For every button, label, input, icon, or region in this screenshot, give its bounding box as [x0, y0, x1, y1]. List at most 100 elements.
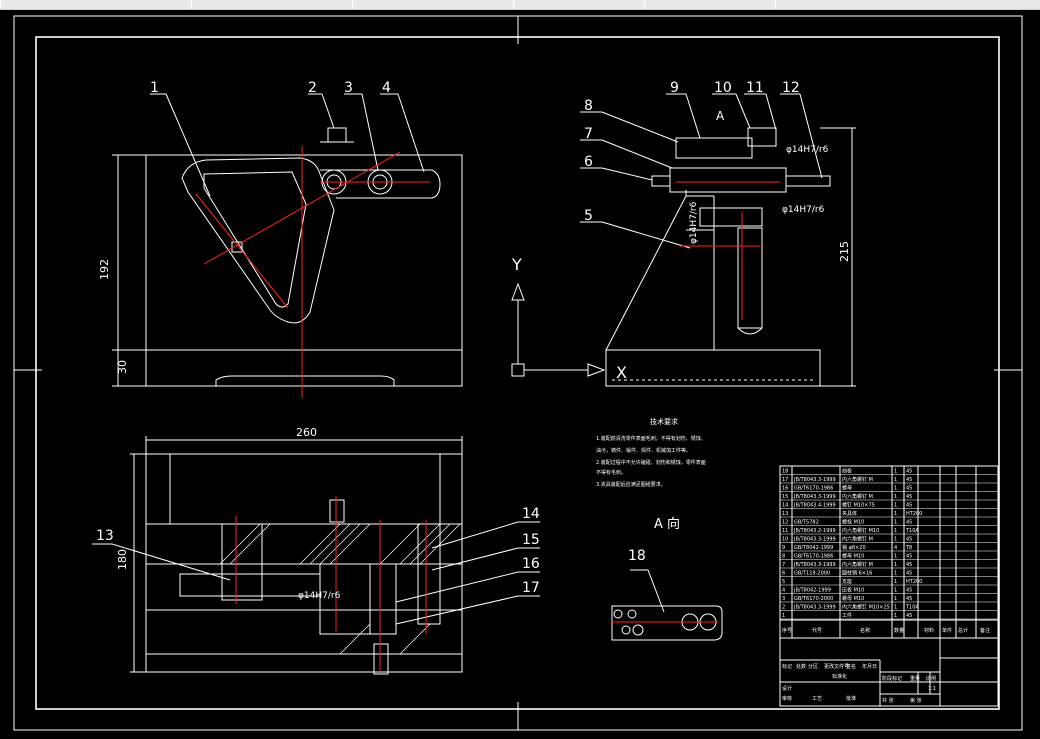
bom-cell-std: JB/T8043.3-1999 [793, 477, 836, 483]
part-number: 11 [746, 80, 764, 96]
bom-cell-mat: HT200 [906, 511, 922, 517]
sheet-border [13, 15, 1023, 731]
view-a-label: A 向 [654, 516, 680, 532]
part-number: 5 [584, 208, 593, 224]
part-number: 1 [150, 80, 159, 96]
part-number: 2 [308, 80, 317, 96]
bom-cell-qty: 1 [894, 520, 897, 526]
svg-text:标准化: 标准化 [832, 673, 847, 680]
part-number: 13 [96, 528, 114, 544]
bom-cell-no: 13 [782, 511, 788, 517]
bom-cell-std: JB/T8043.3-1999 [793, 494, 836, 500]
bom-cell-name: 内六角螺钉 M [842, 561, 873, 568]
bom-cell-qty: 4 [894, 545, 897, 551]
bom-cell-std: JB/T8043.3-1999 [793, 562, 836, 568]
bom-cell-no: 4 [782, 588, 785, 594]
toolbar-tab[interactable] [513, 0, 645, 9]
bom-cell-no: 16 [782, 486, 788, 492]
svg-text:签名: 签名 [846, 663, 856, 670]
part-number: 10 [714, 80, 732, 96]
toolbar-tab[interactable] [352, 0, 514, 9]
bom-cell-qty: 1 [894, 537, 897, 543]
bom-cell-name: 圆柱销 6×16 [842, 570, 872, 577]
part-number: 14 [522, 506, 540, 522]
bom-cell-no: 17 [782, 477, 788, 483]
bom-cell-name: 螺母 [842, 485, 852, 492]
note-line: 2.装配过程中不允许磕碰、划伤和锈蚀，零件表面 [596, 459, 706, 466]
svg-text:材料: 材料 [924, 627, 934, 634]
note-line: 3.夹具装配后应满足图纸要求。 [596, 481, 666, 488]
bom-cell-name: 销 φ8×20 [842, 544, 866, 551]
bom-cell-qty: 1 [894, 554, 897, 560]
svg-text:总计: 总计 [958, 627, 968, 634]
toolbar-tab[interactable] [775, 0, 1040, 9]
bom-cell-qty: 1 [894, 571, 897, 577]
title-block: 标记 处数 分区 更改文件号 签名 年月日 设计 标准化 阶段标记 重量 比例 … [782, 663, 936, 704]
top-view [130, 436, 463, 675]
bom-cell-mat: 45 [906, 494, 912, 500]
svg-text:重量: 重量 [910, 675, 920, 682]
bom-cell-name: 内六角螺钉 M [842, 476, 873, 483]
bom-cell-no: 14 [782, 503, 788, 509]
bom-cell-std: GB/T6170-1986 [794, 554, 833, 560]
part-number: 9 [670, 80, 679, 96]
bom-cell-name: 内六角螺钉 M10×25 [842, 604, 890, 611]
svg-text:年月日: 年月日 [862, 663, 877, 670]
svg-text:共 张: 共 张 [882, 697, 894, 704]
drawing-canvas[interactable]: 18 挡板 1 45 17 JB/T8043.3-1999 内六角螺钉 M 1 45 16 GB/T… [0, 10, 1040, 735]
dim-text: φ14H7/r6 [689, 201, 699, 244]
bom-cell-no: 18 [782, 469, 788, 475]
bom-cell-mat: 45 [906, 588, 912, 594]
bom-cell-std: JB/T8043.3-1999 [793, 537, 836, 543]
bom-cell-no: 10 [782, 537, 788, 543]
section-label: A [716, 109, 725, 123]
bom-cell-qty: 1 [894, 605, 897, 611]
part-number: 4 [382, 80, 391, 96]
svg-text:代号: 代号 [812, 627, 822, 634]
bom-cell-std: JB/T8043.4-1999 [793, 503, 836, 509]
bom-cell-name: 夹具体 [842, 510, 857, 517]
bom-cell-name: 螺钉 M10×75 [842, 502, 875, 509]
bom-cell-qty: 1 [894, 613, 897, 619]
bom-cell-mat: 45 [906, 571, 912, 577]
bom-cell-name: 工件 [842, 612, 852, 619]
leaders-front [150, 93, 425, 197]
bom-cell-qty: 1 [894, 469, 897, 475]
bom-cell-qty: 1 [894, 579, 897, 585]
bom-cell-mat: T10A [905, 605, 919, 611]
bom-cell-mat: 45 [906, 486, 912, 492]
svg-text:审核: 审核 [782, 695, 792, 702]
part-number: 15 [522, 532, 540, 548]
dim-text: φ14H7/r6 [298, 591, 341, 601]
bom-cell-no: 5 [782, 579, 785, 585]
bom-cell-std: GB/T5782 [794, 520, 819, 526]
bom-cell-name: 螺栓 M10 [842, 519, 864, 526]
bom-header: 序号 代号 名称 数量 材料 单件 总计 备注 [782, 627, 990, 634]
svg-text:1:1: 1:1 [928, 686, 936, 692]
bom-cell-name: 压板 M10 [842, 587, 864, 594]
toolbar-tab[interactable] [191, 0, 353, 9]
svg-text:设计: 设计 [782, 685, 792, 692]
ucs-icon [511, 282, 606, 377]
toolbar-tab[interactable] [644, 0, 776, 9]
part-number: 8 [584, 98, 593, 114]
bom-cell-no: 1 [782, 613, 785, 619]
cad-drawing[interactable]: 18 挡板 1 4517 JB/T8043.3-1999 内六角螺钉 M 1 4516 GB/T… [0, 10, 1040, 735]
svg-text:批准: 批准 [846, 695, 856, 702]
bom-cell-mat: 45 [906, 554, 912, 560]
toolbar-tab[interactable] [0, 0, 192, 9]
dim-text: φ14H7/r6 [782, 205, 825, 215]
bom-cell-no: 9 [782, 545, 785, 551]
bom-cell-mat: HT200 [906, 579, 922, 585]
part-number: 6 [584, 154, 593, 170]
bom-cell-no: 6 [782, 571, 785, 577]
bom-cell-std: JB/T8043.2-1999 [793, 528, 836, 534]
bom-cell-mat: T10A [905, 528, 919, 534]
bom-cell-mat: 45 [906, 520, 912, 526]
bom-cell-std: GB/T6170-1986 [794, 486, 833, 492]
bom-cell-std: JB/T8043.3-1999 [793, 605, 836, 611]
front-view [112, 127, 463, 387]
bom-cell-mat: 45 [906, 596, 912, 602]
bom-cell-qty: 1 [894, 596, 897, 602]
part-number: 18 [628, 548, 646, 564]
